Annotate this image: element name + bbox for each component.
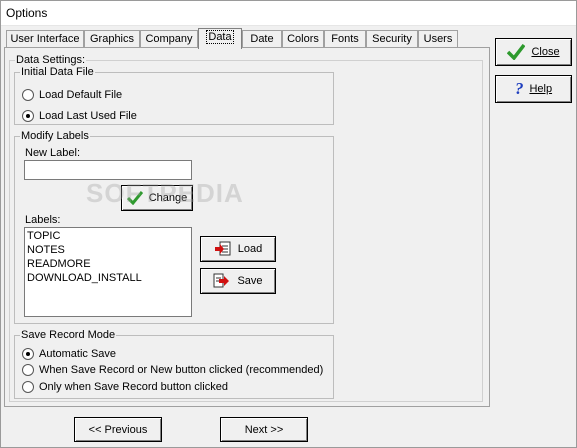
title-bar: Options [0, 0, 577, 26]
checkmark-icon [507, 44, 526, 60]
radio-dot [22, 381, 34, 393]
tab-data[interactable]: Data [198, 28, 242, 49]
list-item[interactable]: READMORE [27, 257, 189, 271]
close-button-label: Close [531, 46, 560, 58]
save-button-label: Save [237, 275, 263, 287]
new-label-caption: New Label: [25, 147, 81, 159]
tab-label: Company [145, 33, 193, 45]
tab-security[interactable]: Security [366, 30, 418, 48]
initial-data-file-title: Initial Data File [20, 66, 95, 78]
tab-company[interactable]: Company [140, 30, 198, 48]
tab-label: Fonts [331, 33, 359, 45]
radio-label: Load Default File [39, 89, 123, 101]
radio-load-default-file[interactable]: Load Default File [22, 88, 122, 102]
save-file-icon [213, 273, 231, 289]
load-button[interactable]: Load [200, 236, 276, 262]
tab-label: Colors [287, 33, 319, 45]
help-button-label: Help [529, 83, 553, 95]
tab-label: Graphics [89, 33, 135, 45]
previous-button[interactable]: << Previous [74, 417, 162, 442]
tab-graphics[interactable]: Graphics [84, 30, 140, 48]
radio-label: Automatic Save [39, 348, 117, 360]
tab-date[interactable]: Date [242, 30, 282, 48]
save-button[interactable]: Save [200, 268, 276, 294]
data-settings-title: Data Settings: [15, 54, 87, 66]
change-button[interactable]: Change [121, 185, 193, 211]
next-button[interactable]: Next >> [220, 417, 308, 442]
initial-data-file-group: Initial Data File Load Default File Load… [14, 66, 334, 125]
new-label-input[interactable] [24, 160, 192, 180]
question-mark-icon: ? [514, 79, 524, 98]
radio-dot [22, 348, 34, 360]
next-button-label: Next >> [244, 423, 284, 436]
load-file-icon [214, 241, 232, 257]
list-item[interactable]: DOWNLOAD_INSTALL [27, 271, 189, 285]
radio-save-on-button-or-new[interactable]: When Save Record or New button clicked (… [22, 363, 323, 377]
tab-panel-data: Data Settings: Initial Data File Load De… [4, 47, 490, 407]
radio-automatic-save[interactable]: Automatic Save [22, 347, 116, 361]
modify-labels-group: Modify Labels New Label: Change Labels: … [14, 130, 334, 324]
radio-load-last-used-file[interactable]: Load Last Used File [22, 109, 137, 123]
tab-colors[interactable]: Colors [282, 30, 324, 48]
radio-label: Only when Save Record button clicked [39, 381, 228, 393]
window-title: Options [6, 6, 48, 20]
save-record-mode-title: Save Record Mode [20, 329, 117, 341]
labels-caption: Labels: [25, 214, 61, 226]
radio-dot [22, 110, 34, 122]
close-button[interactable]: Close [495, 38, 572, 66]
help-button[interactable]: ? Help [495, 75, 572, 103]
previous-button-label: << Previous [88, 423, 148, 436]
radio-label: Load Last Used File [39, 110, 137, 122]
radio-save-only-on-button[interactable]: Only when Save Record button clicked [22, 380, 228, 394]
tab-label: Users [423, 33, 453, 45]
list-item[interactable]: TOPIC [27, 229, 189, 243]
save-record-mode-group: Save Record Mode Automatic Save When Sav… [14, 329, 334, 399]
checkmark-icon [126, 191, 143, 205]
change-button-label: Change [148, 192, 188, 204]
tab-label: Data [206, 30, 234, 44]
radio-dot [22, 364, 34, 376]
radio-dot [22, 89, 34, 101]
tab-fonts[interactable]: Fonts [324, 30, 366, 48]
labels-listbox[interactable]: TOPIC NOTES READMORE DOWNLOAD_INSTALL [24, 227, 192, 317]
tab-users[interactable]: Users [418, 30, 458, 48]
radio-label: When Save Record or New button clicked (… [39, 364, 324, 376]
tab-label: Security [372, 33, 412, 45]
load-button-label: Load [237, 243, 263, 255]
tab-user-interface[interactable]: User Interface [6, 30, 84, 48]
tab-label: User Interface [10, 33, 80, 45]
modify-labels-title: Modify Labels [20, 130, 90, 142]
list-item[interactable]: NOTES [27, 243, 189, 257]
data-settings-group: Data Settings: Initial Data File Load De… [9, 54, 483, 402]
tab-label: Date [250, 33, 274, 45]
